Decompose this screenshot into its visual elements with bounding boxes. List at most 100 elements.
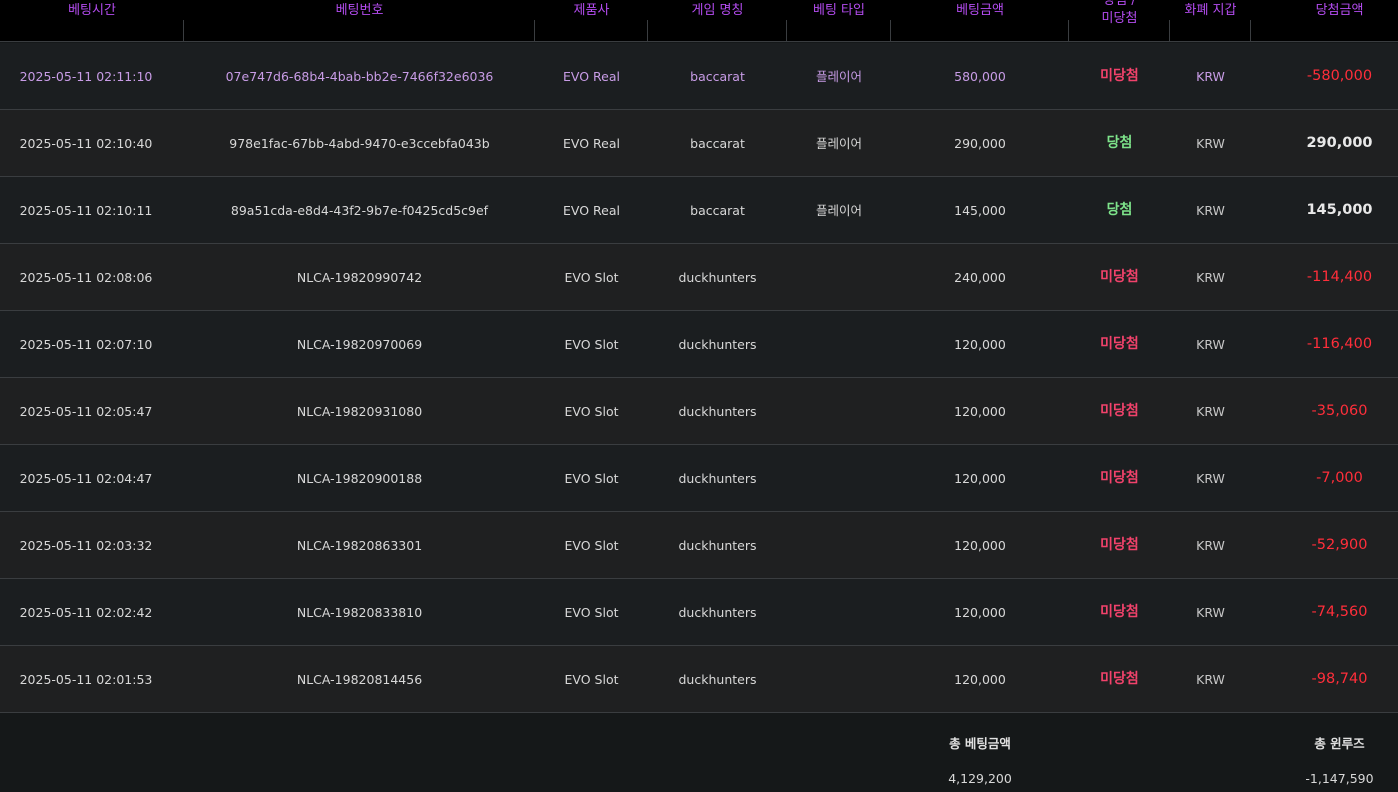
header-result-line1: 당첨 /: [1103, 0, 1136, 8]
cell-bet-type: 플레이어: [815, 136, 862, 151]
cell-win-amount: -116,400: [1306, 336, 1373, 352]
total-winloss-value: -1,147,590: [1305, 771, 1374, 786]
cell-bet-id: NLCA-19820931080: [296, 404, 423, 419]
header-bet-type-label: 베팅 타입: [813, 3, 865, 18]
cell-currency: KRW: [1196, 404, 1225, 419]
cell-win-amount: -35,060: [1311, 403, 1368, 419]
header-bet-time[interactable]: 베팅시간: [0, 0, 184, 42]
cell-game-name: duckhunters: [678, 538, 757, 553]
cell-provider: EVO Slot: [564, 672, 619, 687]
cell-bet-id: NLCA-19820833810: [296, 605, 423, 620]
total-winloss-label: 총 윈루즈: [1314, 736, 1365, 751]
header-provider[interactable]: 제품사: [535, 0, 648, 42]
cell-bet-time: 2025-05-11 02:11:10: [19, 69, 153, 84]
table-row[interactable]: 2025-05-11 02:07:10 NLCA-19820970069 EVO S…: [0, 311, 1398, 378]
cell-win-amount: -52,900: [1311, 537, 1368, 553]
cell-win-amount: -74,560: [1311, 604, 1368, 620]
header-game-name-label: 게임 명칭: [691, 3, 744, 18]
cell-game-name: duckhunters: [678, 404, 757, 419]
cell-bet-type: 플레이어: [815, 69, 862, 84]
cell-provider: EVO Slot: [564, 404, 619, 419]
table-row[interactable]: 2025-05-11 02:02:42 NLCA-19820833810 EVO S…: [0, 579, 1398, 646]
cell-currency: KRW: [1196, 337, 1225, 352]
cell-provider: EVO Slot: [564, 270, 619, 285]
header-win-amount-label: 당첨금액: [1315, 3, 1364, 18]
cell-bet-amount: 120,000: [954, 471, 1006, 486]
cell-game-name: duckhunters: [678, 471, 757, 486]
total-bet-value: 4,129,200: [948, 771, 1012, 786]
cell-bet-time: 2025-05-11 02:01:53: [19, 672, 153, 687]
cell-bet-amount: 240,000: [954, 270, 1006, 285]
cell-bet-id: 89a51cda-e8d4-43f2-9b7e-f0425cd5c9ef: [230, 203, 489, 218]
cell-provider: EVO Slot: [564, 471, 619, 486]
cell-result: 미당첨: [1100, 403, 1139, 419]
cell-bet-amount: 120,000: [954, 672, 1006, 687]
cell-result: 미당첨: [1100, 604, 1139, 620]
cell-game-name: baccarat: [690, 136, 745, 151]
total-bet-label: 총 베팅금액: [949, 736, 1011, 751]
header-bet-id[interactable]: 베팅번호: [184, 0, 535, 42]
header-bet-amount[interactable]: 베팅금액: [891, 0, 1069, 42]
cell-bet-id: NLCA-19820990742: [296, 270, 423, 285]
cell-game-name: baccarat: [690, 69, 745, 84]
cell-win-amount: 145,000: [1306, 202, 1373, 218]
table-row[interactable]: 2025-05-11 02:03:32 NLCA-19820863301 EVO S…: [0, 512, 1398, 579]
header-provider-label: 제품사: [573, 3, 610, 18]
cell-currency: KRW: [1196, 270, 1225, 285]
table-row[interactable]: 2025-05-11 02:11:10 07e747d6-68b4-4bab-bb…: [0, 43, 1398, 110]
cell-game-name: duckhunters: [678, 672, 757, 687]
table-header: 베팅시간 베팅번호 제품사 게임 명칭 베팅 타입 베팅금액 당첨 / 미당첨: [0, 0, 1398, 42]
cell-bet-amount: 120,000: [954, 404, 1006, 419]
cell-currency: KRW: [1196, 136, 1225, 151]
cell-result: 미당첨: [1100, 470, 1139, 486]
cell-bet-type: [787, 646, 891, 713]
header-currency-label: 화폐 지갑: [1184, 3, 1237, 18]
cell-result: 미당첨: [1100, 537, 1139, 553]
cell-bet-type: [787, 378, 891, 445]
table-row[interactable]: 2025-05-11 02:01:53 NLCA-19820814456 EVO S…: [0, 646, 1398, 713]
header-result[interactable]: 당첨 / 미당첨: [1069, 0, 1170, 42]
header-bet-type[interactable]: 베팅 타입: [787, 0, 891, 42]
cell-result: 미당첨: [1100, 269, 1139, 285]
cell-game-name: duckhunters: [678, 337, 757, 352]
cell-bet-amount: 290,000: [954, 136, 1006, 151]
cell-bet-time: 2025-05-11 02:02:42: [19, 605, 153, 620]
cell-bet-time: 2025-05-11 02:05:47: [19, 404, 153, 419]
cell-bet-type: [787, 445, 891, 512]
cell-currency: KRW: [1196, 203, 1225, 218]
header-win-amount[interactable]: 당첨금액: [1251, 0, 1398, 42]
cell-bet-id: 07e747d6-68b4-4bab-bb2e-7466f32e6036: [225, 69, 494, 84]
cell-provider: EVO Real: [563, 69, 620, 84]
cell-provider: EVO Slot: [564, 337, 619, 352]
table-row[interactable]: 2025-05-11 02:08:06 NLCA-19820990742 EVO S…: [0, 244, 1398, 311]
cell-bet-amount: 120,000: [954, 538, 1006, 553]
cell-win-amount: -580,000: [1306, 68, 1373, 84]
cell-result: 당첨: [1106, 202, 1133, 218]
cell-bet-type: [787, 311, 891, 378]
table-row[interactable]: 2025-05-11 02:05:47 NLCA-19820931080 EVO S…: [0, 378, 1398, 445]
cell-bet-id: NLCA-19820814456: [296, 672, 423, 687]
cell-provider: EVO Real: [563, 136, 620, 151]
cell-bet-time: 2025-05-11 02:07:10: [19, 337, 153, 352]
header-game-name[interactable]: 게임 명칭: [648, 0, 787, 42]
table-row[interactable]: 2025-05-11 02:04:47 NLCA-19820900188 EVO S…: [0, 445, 1398, 512]
header-result-line2: 미당첨: [1101, 11, 1138, 26]
cell-currency: KRW: [1196, 538, 1225, 553]
header-bet-amount-label: 베팅금액: [956, 3, 1004, 18]
table-row[interactable]: 2025-05-11 02:10:40 978e1fac-67bb-4abd-94…: [0, 110, 1398, 177]
cell-bet-type: [787, 244, 891, 311]
header-currency[interactable]: 화폐 지갑: [1170, 0, 1251, 42]
cell-win-amount: -7,000: [1316, 470, 1363, 486]
cell-game-name: duckhunters: [678, 605, 757, 620]
cell-currency: KRW: [1196, 605, 1225, 620]
cell-currency: KRW: [1196, 471, 1225, 486]
cell-result: 미당첨: [1100, 671, 1139, 687]
cell-bet-type: [787, 579, 891, 646]
cell-provider: EVO Slot: [564, 605, 619, 620]
cell-game-name: duckhunters: [678, 270, 757, 285]
cell-bet-amount: 120,000: [954, 337, 1006, 352]
table-row[interactable]: 2025-05-11 02:10:11 89a51cda-e8d4-43f2-9b…: [0, 177, 1398, 244]
cell-win-amount: 290,000: [1306, 135, 1373, 151]
cell-bet-amount: 580,000: [954, 69, 1006, 84]
cell-bet-id: NLCA-19820863301: [296, 538, 423, 553]
